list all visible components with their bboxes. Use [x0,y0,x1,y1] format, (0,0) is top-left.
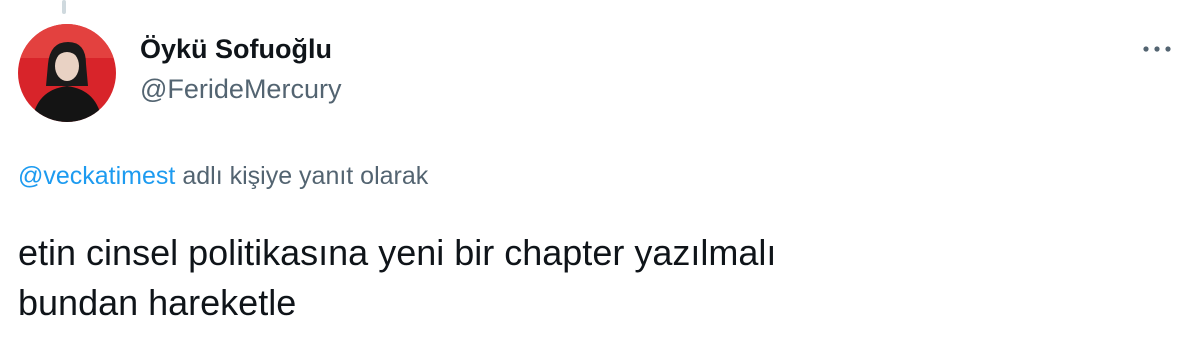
more-options-button[interactable] [1140,36,1174,62]
more-dots-icon [1143,46,1171,52]
author-display-name[interactable]: Öykü Sofuoğlu [140,32,341,66]
avatar[interactable] [18,24,116,122]
profile-photo-icon [18,24,116,122]
thread-connector-line [62,0,66,14]
tweet-text: etin cinsel politikasına yeni bir chapte… [18,228,1168,328]
tweet-text-line: bundan hareketle [18,282,297,323]
reply-context-text: adlı kişiye yanıt olarak [182,162,429,190]
author-handle[interactable]: @FerideMercury [140,72,341,106]
tweet-text-line: etin cinsel politikasına yeni bir chapte… [18,232,777,273]
user-info: Öykü Sofuoğlu @FerideMercury [140,32,341,106]
reply-context: @veckatimest adlı kişiye yanıt olarak [18,160,428,192]
reply-mention-link[interactable]: @veckatimest [18,162,175,190]
